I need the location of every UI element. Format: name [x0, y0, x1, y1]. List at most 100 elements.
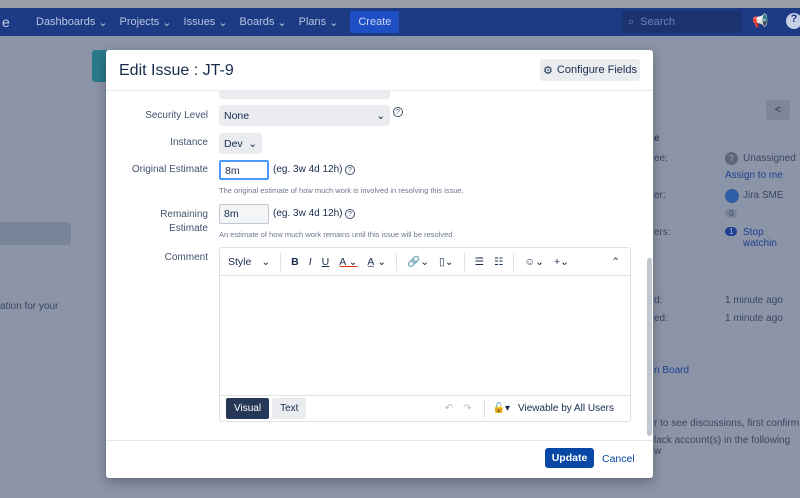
scrollbar[interactable] [647, 258, 652, 436]
nav-plans[interactable]: Plans ⌄ [299, 16, 339, 29]
reporter-value: Jira SME [743, 190, 784, 201]
divider [483, 399, 485, 418]
nav-issues[interactable]: Issues ⌄ [184, 16, 228, 29]
cancel-link[interactable]: Cancel [602, 453, 635, 465]
visual-tab[interactable]: Visual [226, 398, 270, 419]
updated-value: 1 minute ago [725, 313, 783, 324]
share-icon[interactable]: < [766, 100, 790, 120]
attachment-icon[interactable]: ▯⌄ [439, 256, 454, 268]
remaining-estimate-description: An estimate of how much work remains unt… [219, 230, 455, 239]
created-value: 1 minute ago [725, 295, 783, 306]
instance-value: Dev [224, 137, 243, 150]
votes-badge[interactable]: 0 [725, 209, 738, 218]
original-estimate-label: Original Estimate [131, 164, 208, 175]
chevron-down-icon: ⌄ [376, 109, 385, 122]
numbered-list-icon[interactable]: ☷ [494, 256, 503, 268]
chevron-down-icon: ⌄ [248, 137, 257, 150]
nav-label: Boards [239, 16, 275, 28]
remaining-estimate-label: Estimate [169, 223, 208, 234]
slack-text: lack account(s) in the following w [654, 435, 791, 457]
watchers-label: ers: [654, 227, 671, 238]
configure-fields-button[interactable]: ⚙ Configure Fields [540, 59, 640, 81]
security-level-label: Security Level [145, 110, 208, 121]
divider [513, 252, 515, 271]
insert-more-icon[interactable]: +⌄ [554, 256, 569, 268]
link-icon[interactable]: 🔗⌄ [407, 255, 429, 268]
text-format-icon[interactable]: A̲ ⌄ [367, 256, 386, 268]
comment-editor: Style ⌄ B I U A ⌄ A̲ ⌄ 🔗⌄ ▯⌄ ☰ ☷ ☺⌄ +⌄ ⌃ … [219, 247, 631, 422]
nav-boards[interactable]: Boards ⌄ [240, 16, 287, 29]
emoji-icon[interactable]: ☺⌄ [524, 256, 544, 268]
footer-divider [106, 440, 653, 441]
dialog-header: Edit Issue : JT-9 ⚙ Configure Fields [106, 50, 653, 91]
security-value: None [224, 109, 250, 122]
comment-label: Comment [164, 252, 208, 263]
chevron-down-icon: ⌄ [329, 16, 339, 29]
updated-label: ed: [654, 313, 668, 324]
editor-footer: Visual Text ↶ ↷ 🔓▾ Viewable by All Users [220, 395, 630, 421]
nav-label: Plans [298, 16, 327, 28]
bold-icon[interactable]: B [291, 256, 299, 268]
lock-icon[interactable]: 🔓▾ [493, 403, 510, 414]
bullet-list-icon[interactable]: ☰ [475, 256, 484, 268]
remaining-estimate-hint: (eg. 3w 4d 12h) [273, 208, 343, 219]
original-estimate-input[interactable]: 8m [219, 160, 269, 180]
unassigned-avatar-icon: ? [725, 152, 738, 165]
edit-issue-dialog: Edit Issue : JT-9 ⚙ Configure Fields Secu… [106, 50, 653, 478]
divider [280, 252, 282, 271]
created-label: d: [654, 295, 663, 306]
stop-watching-link[interactable]: Stop watchin [743, 227, 800, 249]
help-icon[interactable]: ? [786, 13, 800, 29]
megaphone-icon[interactable]: 📢 [752, 13, 768, 29]
board-link[interactable]: n Board [654, 365, 689, 376]
update-button[interactable]: Update [545, 448, 594, 468]
browser-strip [0, 0, 800, 8]
configure-label: Configure Fields [556, 64, 637, 76]
nav-label: Issues [183, 16, 216, 28]
visibility-label[interactable]: Viewable by All Users [518, 403, 614, 414]
nav-projects[interactable]: Projects ⌄ [120, 16, 172, 29]
priority-select[interactable] [219, 91, 390, 99]
security-level-select[interactable]: None ⌄ [219, 105, 390, 126]
style-dropdown[interactable]: Style ⌄ [228, 256, 270, 268]
help-icon[interactable]: ? [345, 209, 355, 219]
italic-icon[interactable]: I [309, 256, 312, 268]
remaining-estimate-input[interactable]: 8m [219, 204, 269, 224]
text-color-icon[interactable]: A ⌄ [339, 256, 357, 268]
text-tab[interactable]: Text [272, 398, 307, 419]
original-estimate-hint: (eg. 3w 4d 12h) [273, 164, 343, 175]
remaining-estimate-label: Remaining [160, 209, 208, 220]
search-input[interactable]: ⌕ Search [622, 11, 742, 33]
watchers-badge: 1 [725, 227, 738, 236]
logo[interactable]: e [0, 14, 30, 30]
user-avatar [725, 189, 739, 203]
chevron-down-icon: ⌄ [277, 16, 287, 29]
undo-icon[interactable]: ↶ [445, 403, 453, 414]
nav-dashboards[interactable]: Dashboards ⌄ [36, 16, 108, 29]
instance-label: Instance [170, 137, 208, 148]
search-icon: ⌕ [628, 15, 635, 28]
sidebar-selected-item[interactable] [0, 222, 71, 245]
comment-textarea[interactable] [220, 276, 630, 395]
section-heading: e [654, 133, 660, 144]
nav-label: Projects [119, 16, 160, 28]
chevron-down-icon: ⌄ [218, 16, 228, 29]
redo-icon[interactable]: ↷ [463, 403, 471, 414]
assign-to-me-link[interactable]: Assign to me [725, 170, 783, 181]
create-button[interactable]: Create [350, 11, 400, 33]
style-label: Style [228, 255, 252, 268]
original-estimate-description: The original estimate of how much work i… [219, 186, 464, 195]
instance-select[interactable]: Dev ⌄ [219, 133, 262, 154]
slack-text: r to see discussions, first confirm [654, 418, 800, 429]
assignee-label: ee: [654, 153, 668, 164]
editor-toolbar: Style ⌄ B I U A ⌄ A̲ ⌄ 🔗⌄ ▯⌄ ☰ ☷ ☺⌄ +⌄ ⌃ [220, 248, 630, 276]
assignee-value: Unassigned [743, 153, 796, 164]
search-placeholder: Search [640, 16, 676, 28]
help-icon[interactable]: ? [345, 165, 355, 175]
help-icon[interactable]: ? [393, 107, 403, 117]
underline-icon[interactable]: U [322, 256, 330, 268]
gear-icon: ⚙ [543, 64, 553, 77]
divider [463, 252, 465, 271]
divider [396, 252, 398, 271]
collapse-toolbar-icon[interactable]: ⌃ [611, 256, 620, 268]
